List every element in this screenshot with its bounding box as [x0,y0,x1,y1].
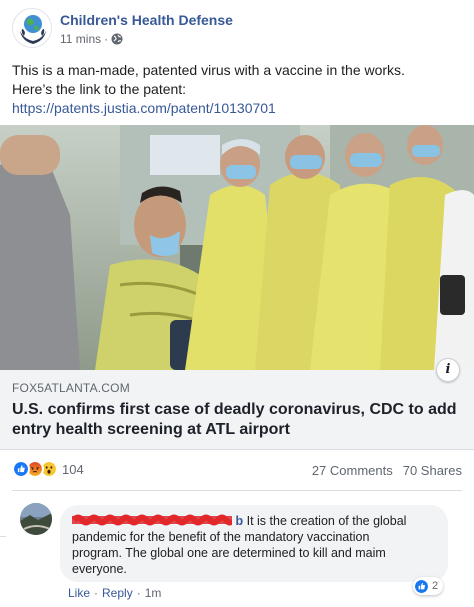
patent-link[interactable]: https://patents.justia.com/patent/101307… [12,99,462,118]
post-text-line: This is a man-made, patented virus with … [12,62,405,78]
comment-line: everyone. [72,562,127,576]
link-preview-image[interactable] [0,125,474,370]
comment-line: program. The global one are determined t… [72,546,386,560]
comment-line: b It is the creation of the global [72,513,436,529]
page-name[interactable]: Children's Health Defense [60,12,233,28]
action-separator: · [136,586,141,600]
comment-like-button[interactable]: Like [68,586,90,600]
post-stats: 104 27 Comments 70 Shares [12,458,462,482]
comment-actions: Like · Reply · 1m [68,586,161,600]
meta-separator: · [104,32,109,46]
comment-reactions[interactable]: 2 [413,577,444,595]
link-domain: FOX5ATLANTA.COM [12,381,130,395]
post-time[interactable]: 11 mins [60,32,101,46]
divider [12,490,462,491]
link-headline[interactable]: U.S. confirms first case of deadly coron… [12,400,462,440]
thread-line [0,536,6,537]
comment-like-count: 2 [432,580,439,592]
headline-line: entry health screening at ATL airport [12,421,290,438]
like-icon [414,578,429,594]
redacted-name [72,514,232,526]
info-icon[interactable]: i [436,358,460,382]
post-text: This is a man-made, patented virus with … [12,61,462,118]
commenter-name-tail[interactable]: b [235,514,243,528]
comment-reply-button[interactable]: Reply [102,586,133,600]
reaction-count: 104 [62,461,84,477]
action-separator: · [94,586,99,600]
comment-bubble: b It is the creation of the global pande… [60,505,448,582]
comment-text: It is the creation of the global [246,514,407,528]
link-preview[interactable]: i FOX5ATLANTA.COM U.S. confirms first ca… [0,358,474,450]
like-icon [12,460,30,478]
comment-time[interactable]: 1m [145,586,162,600]
post-text-line: Here’s the link to the patent: [12,81,187,97]
comments-count[interactable]: 27 Comments [312,463,393,478]
page-avatar[interactable] [12,8,52,48]
shares-count[interactable]: 70 Shares [403,463,462,478]
globe-icon[interactable] [111,33,123,45]
comment-line: pandemic for the benefit of the mandator… [72,530,370,544]
commenter-avatar[interactable] [20,503,52,535]
headline-line: U.S. confirms first case of deadly coron… [12,401,457,418]
post-meta: 11 mins · [60,32,123,46]
reactions-summary[interactable]: 104 [12,460,84,478]
engagement-counts: 27 Comments 70 Shares [312,463,462,478]
post-header: Children's Health Defense 11 mins · [12,8,462,52]
